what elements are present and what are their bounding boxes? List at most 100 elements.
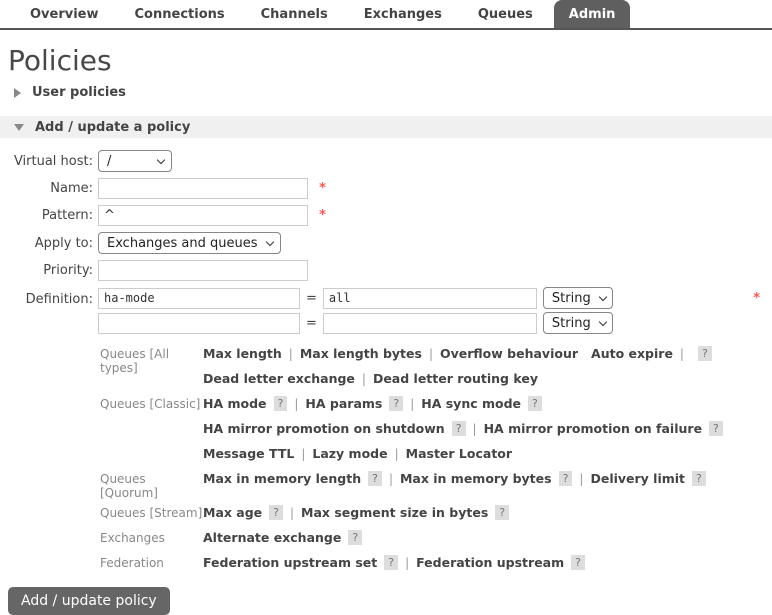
help-badge[interactable]: ? <box>528 396 542 411</box>
policy-key-category: Queues [Classic] <box>100 397 201 411</box>
help-badge[interactable]: ? <box>709 421 723 436</box>
pattern-input[interactable] <box>98 205 308 226</box>
policy-key-category: Federation <box>100 556 164 570</box>
definition-row: = String <box>98 287 772 309</box>
definition-type-selected-value: String <box>551 290 591 306</box>
help-link[interactable]: Max length bytes <box>300 346 422 361</box>
apply-to-label: Apply to: <box>34 235 93 251</box>
section-add-update-policy-label: Add / update a policy <box>35 119 191 135</box>
policy-key-lines: Max age? | Max segment size in bytes? <box>203 500 772 525</box>
separator: | <box>410 396 415 411</box>
help-link[interactable]: Delivery limit <box>590 471 685 486</box>
help-badge[interactable]: ? <box>571 555 585 570</box>
pattern-label: Pattern: <box>41 208 93 223</box>
help-link[interactable]: Dead letter exchange <box>203 371 355 386</box>
help-link[interactable]: Max age <box>203 505 262 520</box>
separator: | <box>472 421 477 436</box>
equals-sign: = <box>306 315 317 331</box>
help-link[interactable]: Auto expire <box>591 346 673 361</box>
policy-key-category: Queues [All types] <box>100 347 170 375</box>
tab-channels[interactable]: Channels <box>246 0 343 28</box>
help-link[interactable]: Max in memory bytes <box>400 471 552 486</box>
help-link[interactable]: Max in memory length <box>203 471 361 486</box>
virtual-host-label: Virtual host: <box>13 153 93 169</box>
priority-input[interactable] <box>98 260 308 281</box>
help-link[interactable]: HA sync mode <box>421 396 521 411</box>
help-badge[interactable]: ? <box>384 555 399 570</box>
help-badge[interactable]: ? <box>269 505 283 520</box>
help-badge[interactable]: ? <box>368 471 382 486</box>
help-link[interactable]: Lazy mode <box>312 446 387 461</box>
tab-queues[interactable]: Queues <box>463 0 548 28</box>
help-badge[interactable]: ? <box>697 346 712 361</box>
policy-keys-help: Queues [All types] Max length | Max length … <box>100 341 772 575</box>
help-link[interactable]: Alternate exchange <box>203 530 341 545</box>
definition-key-input[interactable] <box>98 287 300 309</box>
policy-key-lines: Federation upstream set? | Federation upst… <box>203 550 772 575</box>
help-badge[interactable]: ? <box>348 530 363 545</box>
policy-key-line: Dead letter exchange | Dead letter routing… <box>203 366 772 391</box>
help-link[interactable]: Message TTL <box>203 446 294 461</box>
policy-key-line: Federation upstream set? | Federation upst… <box>203 550 772 575</box>
policy-key-line: HA mirror promotion on shutdown? | HA mirr… <box>203 416 772 441</box>
apply-to-select[interactable]: Exchanges and queues <box>98 232 281 254</box>
apply-to-selected-value: Exchanges and queues <box>107 235 258 251</box>
section-user-policies[interactable]: User policies <box>14 85 772 100</box>
definition-value-input[interactable] <box>322 312 537 334</box>
top-nav-tabs: Overview Connections Channels Exchanges Queu… <box>0 0 772 30</box>
help-link[interactable]: Max length <box>203 346 282 361</box>
policy-key-category: Queues [Quorum] <box>100 472 158 500</box>
help-badge[interactable]: ? <box>389 396 404 411</box>
collapsed-arrow-icon <box>14 87 21 98</box>
chevron-down-icon <box>598 292 607 301</box>
name-input[interactable] <box>98 178 308 199</box>
help-link[interactable]: Federation upstream set <box>203 555 377 570</box>
tab-connections[interactable]: Connections <box>120 0 240 28</box>
help-badge[interactable]: ? <box>495 505 510 520</box>
virtual-host-select[interactable]: / <box>98 150 172 172</box>
help-link[interactable]: HA mode <box>203 396 267 411</box>
help-link[interactable]: Max segment size in bytes <box>301 505 488 520</box>
required-asterisk: * <box>319 208 326 223</box>
policy-key-line: Max age? | Max segment size in bytes? <box>203 500 772 525</box>
separator: | <box>394 446 399 461</box>
separator: | <box>679 346 684 361</box>
definition-row: = String <box>98 312 772 334</box>
separator: | <box>428 346 433 361</box>
help-badge[interactable]: ? <box>692 471 706 486</box>
help-badge[interactable]: ? <box>451 421 466 436</box>
separator: | <box>361 371 366 386</box>
required-asterisk: * <box>753 291 760 306</box>
definition-type-selected-value: String <box>551 315 591 331</box>
chevron-down-icon <box>598 317 607 326</box>
help-link[interactable]: HA mirror promotion on shutdown <box>203 421 445 436</box>
help-badge[interactable]: ? <box>273 396 288 411</box>
name-label: Name: <box>50 181 93 196</box>
priority-label: Priority: <box>43 263 93 278</box>
admin-policies-page: Policies User policies Add / update a po… <box>0 44 772 615</box>
equals-sign: = <box>306 290 317 306</box>
help-link[interactable]: Federation upstream <box>416 555 564 570</box>
help-link[interactable]: Overflow behaviour <box>440 346 578 361</box>
policy-key-category: Queues [Stream] <box>100 506 203 520</box>
definition-value-input[interactable] <box>322 287 537 309</box>
help-badge[interactable]: ? <box>558 471 573 486</box>
tab-overview[interactable]: Overview <box>15 0 114 28</box>
help-link[interactable]: HA mirror promotion on failure <box>484 421 702 436</box>
policy-key-category: Exchanges <box>100 531 165 545</box>
help-link[interactable]: Master Locator <box>406 446 512 461</box>
policy-form: Virtual host: / Name: * Pattern: * Apply… <box>0 150 772 337</box>
separator: | <box>301 446 306 461</box>
definition-type-select[interactable]: String <box>542 287 613 309</box>
tab-exchanges[interactable]: Exchanges <box>349 0 457 28</box>
chevron-down-icon <box>156 155 166 164</box>
policy-key-line: Message TTL | Lazy mode | Master Locator <box>203 441 772 466</box>
tab-admin[interactable]: Admin <box>553 0 631 28</box>
policy-key-lines: HA mode? | HA params? | HA sync mode? HA mirr… <box>203 391 772 466</box>
policy-key-line: Max in memory length? | Max in memory byte… <box>203 466 772 491</box>
definition-key-input[interactable] <box>98 312 300 334</box>
section-add-update-policy[interactable]: Add / update a policy <box>0 116 772 138</box>
help-link[interactable]: Dead letter routing key <box>373 371 538 386</box>
help-link[interactable]: HA params <box>305 396 382 411</box>
definition-type-select[interactable]: String <box>542 312 613 334</box>
